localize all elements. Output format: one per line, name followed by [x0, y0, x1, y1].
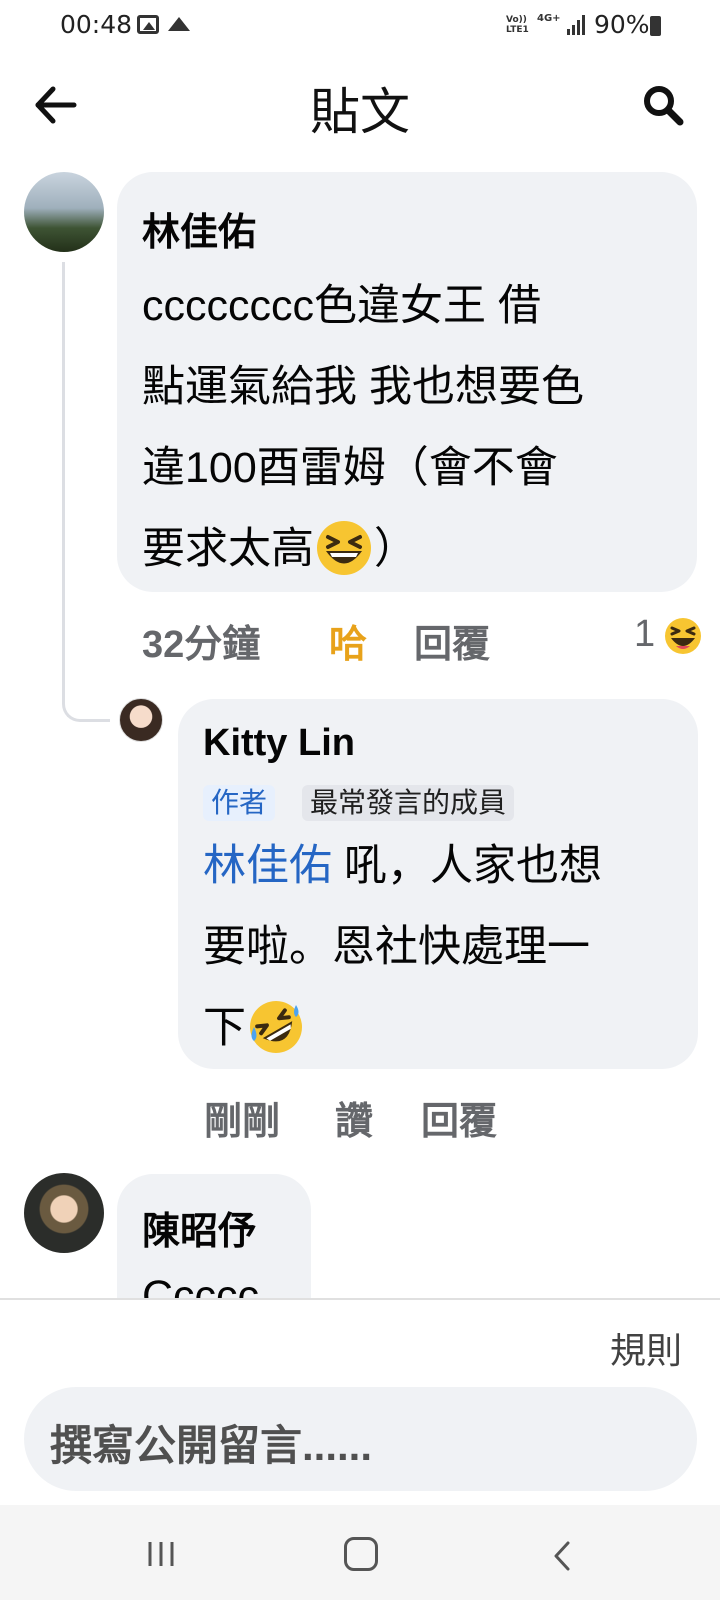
- comment-author[interactable]: Kitty Lin: [203, 722, 355, 765]
- battery-percentage: 90%: [594, 10, 650, 39]
- battery-icon: [650, 16, 661, 36]
- reply-thread-line: [62, 262, 110, 722]
- mention-link[interactable]: 林佳佑: [203, 842, 332, 890]
- image-notification-icon: [137, 15, 159, 34]
- comment-input-placeholder: 撰寫公開留言......: [50, 1422, 373, 1469]
- page-title: 貼文: [310, 83, 410, 141]
- reply-button[interactable]: 回覆: [414, 613, 490, 668]
- comment-author[interactable]: 陳昭伃: [142, 1200, 256, 1255]
- comment-text: cccccccc色違女王 借 點運氣給我 我也想要色 違100酉雷姆（會不會 要…: [142, 266, 687, 590]
- comment-text: Ccccc: [142, 1272, 260, 1298]
- rules-link[interactable]: 規則: [610, 1322, 682, 1374]
- home-icon[interactable]: [344, 1537, 378, 1571]
- avatar[interactable]: [24, 1173, 104, 1253]
- author-badge: 作者: [203, 785, 276, 821]
- like-button[interactable]: 讚: [335, 1090, 373, 1145]
- network-type: 4G+: [537, 13, 561, 24]
- reply-button[interactable]: 回覆: [421, 1090, 497, 1145]
- rolling-on-floor-laughing-icon: [250, 1000, 302, 1053]
- reaction-count[interactable]: 1: [634, 613, 655, 656]
- status-time: 00:48: [60, 10, 133, 39]
- volte-indicator: Vo)) LTE1: [506, 15, 529, 35]
- avatar[interactable]: [24, 172, 104, 252]
- recent-apps-icon[interactable]: [146, 1540, 176, 1568]
- grinning-squinting-face-icon: [317, 520, 371, 575]
- comment-text: 林佳佑 吼，人家也想 要啦。恩社快處理一 下: [203, 826, 683, 1069]
- signal-icon: [567, 15, 585, 35]
- search-icon[interactable]: [640, 82, 686, 128]
- upload-notification-icon: [168, 17, 190, 31]
- nav-back-icon[interactable]: [552, 1540, 572, 1572]
- haha-reaction-button[interactable]: 哈: [329, 613, 367, 668]
- comment-author[interactable]: 林佳佑: [142, 201, 256, 256]
- comment-time: 32分鐘: [142, 624, 261, 666]
- haha-reaction-icon[interactable]: [664, 617, 702, 655]
- comment-time: 剛剛: [204, 1101, 281, 1143]
- top-contributor-badge: 最常發言的成員: [302, 785, 515, 821]
- avatar[interactable]: [119, 698, 163, 742]
